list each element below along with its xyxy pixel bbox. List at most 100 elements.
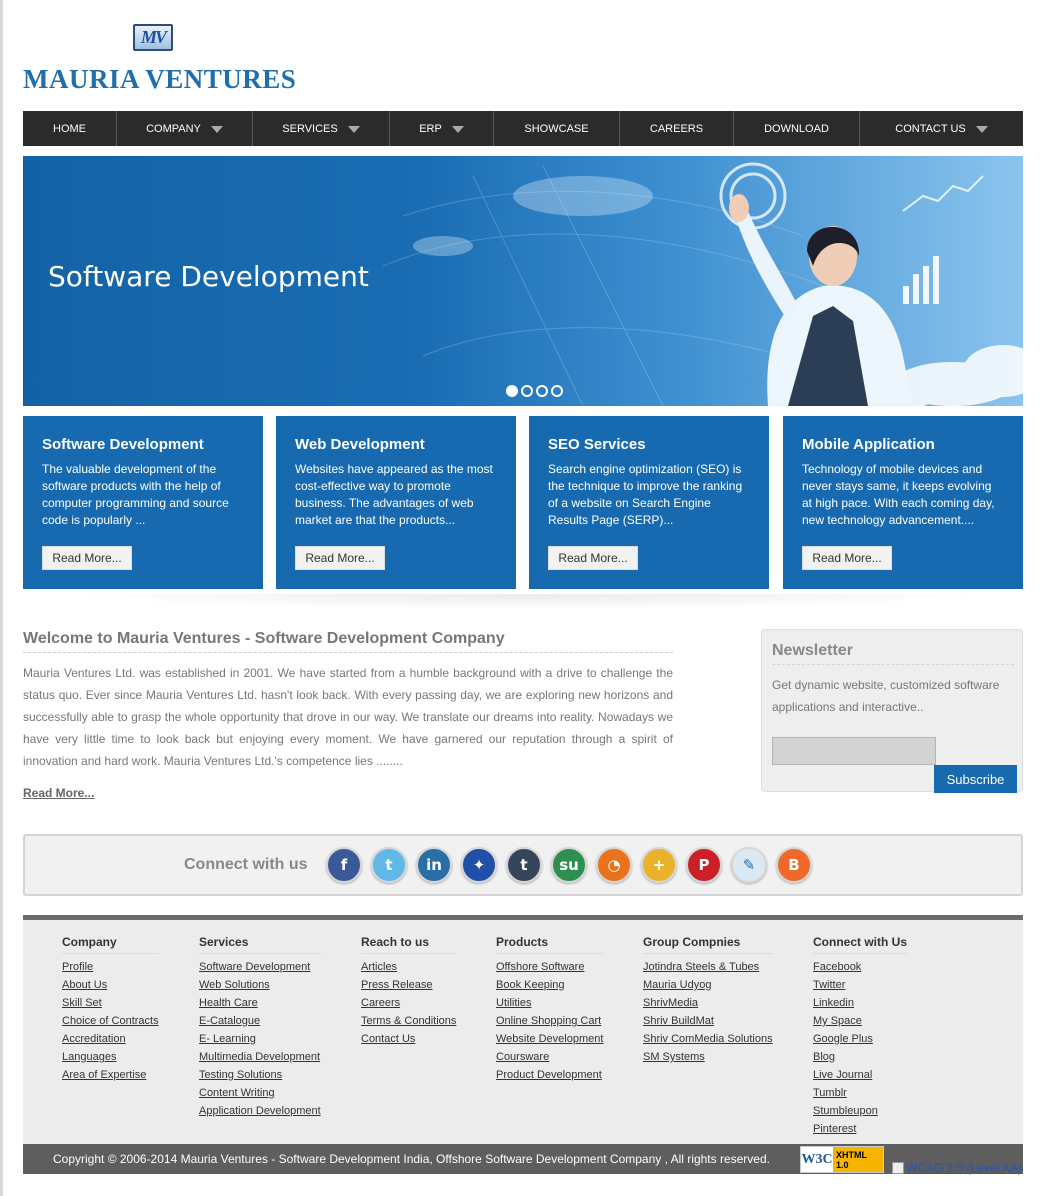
service-box-web-development: Web Development Websites have appeared as… bbox=[276, 416, 516, 589]
copyright-bar: Copyright © 2006-2014 Mauria Ventures - … bbox=[23, 1144, 1023, 1175]
footer-link[interactable]: Languages bbox=[62, 1048, 159, 1066]
twitter-icon[interactable]: t bbox=[371, 847, 407, 883]
nav-item-label: COMPANY bbox=[146, 122, 201, 135]
footer-link[interactable]: Multimedia Development bbox=[199, 1048, 321, 1066]
section-shadow bbox=[60, 594, 1000, 610]
google-plus-icon[interactable]: + bbox=[641, 847, 677, 883]
footer-col-reach-to-us: Reach to us Articles Press Release Careers T… bbox=[361, 935, 457, 1048]
logo[interactable]: MV bbox=[133, 24, 173, 51]
slider-dot-1[interactable] bbox=[506, 385, 518, 397]
footer-link[interactable]: Accreditation bbox=[62, 1030, 159, 1048]
footer-link[interactable]: Shriv ComMedia Solutions bbox=[643, 1030, 773, 1048]
footer: Company Profile About Us Skill Set Choice of… bbox=[23, 915, 1023, 1145]
welcome-read-more-link[interactable]: Read More... bbox=[23, 786, 94, 800]
myspace-icon[interactable]: ✦ bbox=[461, 847, 497, 883]
nav-item-contact-us[interactable]: CONTACT US bbox=[860, 111, 1023, 146]
footer-link[interactable]: Content Writing bbox=[199, 1084, 321, 1102]
nav-item-careers[interactable]: CAREERS bbox=[620, 111, 734, 146]
footer-link[interactable]: Press Release bbox=[361, 976, 456, 994]
w3c-xhtml-badge[interactable]: W3C XHTML 1.0 bbox=[800, 1146, 884, 1173]
nav-item-label: DOWNLOAD bbox=[764, 122, 829, 135]
footer-link[interactable]: Web Solutions bbox=[199, 976, 321, 994]
footer-link[interactable]: Google Plus bbox=[813, 1030, 907, 1048]
wcag-link-text: WCAG 2.0 (Level AA) bbox=[906, 1161, 1023, 1175]
tumblr-icon[interactable]: t bbox=[506, 847, 542, 883]
logo-text: MV bbox=[140, 27, 167, 47]
footer-link[interactable]: Twitter bbox=[813, 976, 907, 994]
slider-dot-4[interactable] bbox=[551, 385, 563, 397]
footer-link[interactable]: Choice of Contracts bbox=[62, 1012, 159, 1030]
footer-link[interactable]: Shriv BuildMat bbox=[643, 1012, 773, 1030]
brand-title[interactable]: MAURIA VENTURES bbox=[23, 64, 296, 95]
footer-link[interactable]: Blog bbox=[813, 1048, 907, 1066]
footer-link[interactable]: E-Catalogue bbox=[199, 1012, 321, 1030]
footer-link[interactable]: Courswarе bbox=[496, 1048, 603, 1066]
footer-link[interactable]: Live Journal bbox=[813, 1066, 907, 1084]
footer-link[interactable]: Software Development bbox=[199, 958, 321, 976]
footer-link[interactable]: Pinterest bbox=[813, 1120, 907, 1138]
footer-link[interactable]: Utilities bbox=[496, 994, 603, 1012]
read-more-button[interactable]: Read More... bbox=[42, 546, 132, 570]
pinterest-icon[interactable]: P bbox=[686, 847, 722, 883]
footer-link[interactable]: Health Care bbox=[199, 994, 321, 1012]
service-box-software-development: Software Development The valuable develop… bbox=[23, 416, 263, 589]
footer-link[interactable]: E- Learning bbox=[199, 1030, 321, 1048]
read-more-button[interactable]: Read More... bbox=[548, 546, 638, 570]
footer-link[interactable]: Testing Solutions bbox=[199, 1066, 321, 1084]
footer-link[interactable]: Offshore Software bbox=[496, 958, 603, 976]
read-more-button[interactable]: Read More... bbox=[295, 546, 385, 570]
footer-link[interactable]: About Us bbox=[62, 976, 159, 994]
footer-link[interactable]: Contact Us bbox=[361, 1030, 456, 1048]
footer-col-group-compnies: Group Compnies Jotindra Steels & Tubes Mau… bbox=[643, 935, 773, 1066]
footer-link[interactable]: Profile bbox=[62, 958, 159, 976]
footer-link[interactable]: Skill Set bbox=[62, 994, 159, 1012]
newsletter-email-input[interactable] bbox=[772, 737, 936, 765]
footer-link[interactable]: Tumblr bbox=[813, 1084, 907, 1102]
newsletter-title: Newsletter bbox=[772, 642, 1014, 665]
footer-link[interactable]: ShrivMedia bbox=[643, 994, 773, 1012]
read-more-button[interactable]: Read More... bbox=[802, 546, 892, 570]
facebook-icon[interactable]: f bbox=[326, 847, 362, 883]
footer-link[interactable]: Mauria Udyog bbox=[643, 976, 773, 994]
footer-link[interactable]: Facebook bbox=[813, 958, 907, 976]
footer-link[interactable]: Application Development bbox=[199, 1102, 321, 1120]
nav-item-showcase[interactable]: SHOWCASE bbox=[494, 111, 620, 146]
footer-link[interactable]: Product Development bbox=[496, 1066, 603, 1084]
stumbleupon-icon[interactable]: su bbox=[551, 847, 587, 883]
nav-item-home[interactable]: HOME bbox=[23, 111, 117, 146]
footer-link[interactable]: Website Development bbox=[496, 1030, 603, 1048]
bar-graphic bbox=[903, 256, 939, 304]
nav-item-label: CAREERS bbox=[649, 122, 704, 135]
footer-link[interactable]: Articles bbox=[361, 958, 456, 976]
footer-link[interactable]: Terms & Conditions bbox=[361, 1012, 456, 1030]
blog-icon[interactable]: B bbox=[776, 847, 812, 883]
footer-col-title: Products bbox=[496, 935, 604, 954]
footer-link[interactable]: Linkedin bbox=[813, 994, 907, 1012]
wcag-link[interactable]: WCAG 2.0 (Level AA) bbox=[892, 1161, 1022, 1175]
nav-item-download[interactable]: DOWNLOAD bbox=[734, 111, 860, 146]
footer-link[interactable]: SM Systems bbox=[643, 1048, 773, 1066]
caret-down-icon bbox=[347, 126, 360, 133]
nav-item-erp[interactable]: ERP bbox=[390, 111, 494, 146]
service-box-seo-services: SEO Services Search engine optimization (… bbox=[529, 416, 769, 589]
footer-link[interactable]: Online Shopping Cart bbox=[496, 1012, 603, 1030]
nav-item-label: ERP bbox=[419, 122, 442, 135]
slider-dot-2[interactable] bbox=[521, 385, 533, 397]
live-journal-icon[interactable]: ✎ bbox=[731, 847, 767, 883]
rss-icon[interactable]: ◔ bbox=[596, 847, 632, 883]
footer-link[interactable]: Jotindra Steels & Tubes bbox=[643, 958, 773, 976]
nav-item-services[interactable]: SERVICES bbox=[253, 111, 390, 146]
footer-link[interactable]: Stumbleupon bbox=[813, 1102, 907, 1120]
footer-link[interactable]: Area of Expertise bbox=[62, 1066, 159, 1084]
caret-down-icon bbox=[451, 126, 464, 133]
footer-link[interactable]: Book Keeping bbox=[496, 976, 603, 994]
footer-link[interactable]: My Space bbox=[813, 1012, 907, 1030]
linkedin-icon[interactable]: in bbox=[416, 847, 452, 883]
subscribe-button[interactable]: Subscribe bbox=[934, 765, 1017, 793]
main-nav: HOME COMPANY SERVICES ERP SHOWCASE CAREERS DOW… bbox=[23, 111, 1023, 146]
caret-down-icon bbox=[210, 126, 223, 133]
service-title: Mobile Application bbox=[802, 436, 935, 453]
nav-item-company[interactable]: COMPANY bbox=[117, 111, 253, 146]
footer-link[interactable]: Careers bbox=[361, 994, 456, 1012]
slider-dot-3[interactable] bbox=[536, 385, 548, 397]
